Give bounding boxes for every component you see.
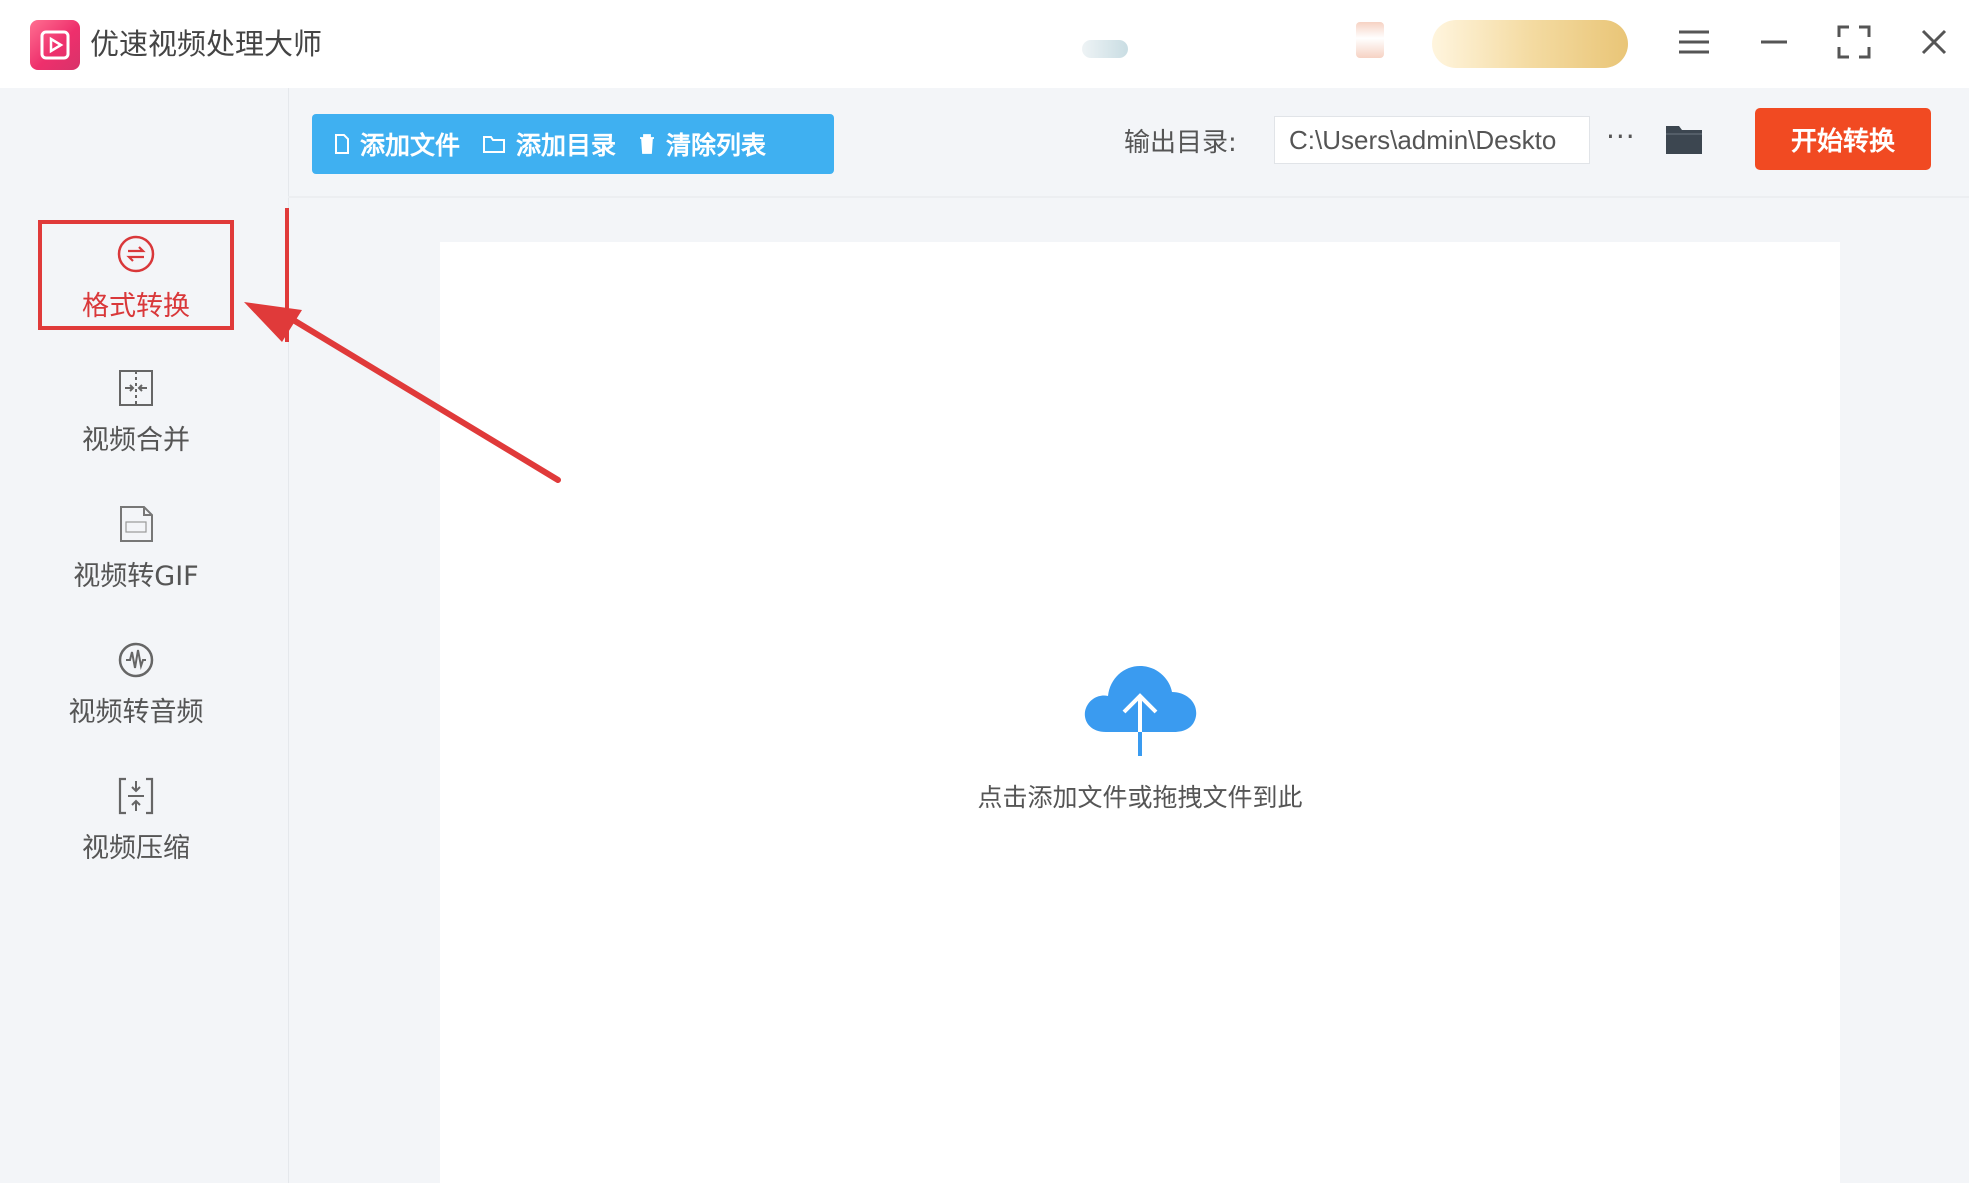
- blurred-header-banner: [1082, 40, 1128, 58]
- video-to-gif-icon: [120, 506, 153, 542]
- app-logo-icon: [30, 20, 80, 70]
- blurred-header-icon: [1356, 22, 1384, 58]
- sidebar-item-video-compress[interactable]: 视频压缩: [38, 766, 234, 876]
- maximize-icon[interactable]: [1826, 18, 1882, 66]
- sidebar-item-video-to-gif[interactable]: 视频转GIF: [38, 494, 234, 604]
- video-to-audio-icon: [118, 642, 154, 678]
- toolbar-divider: [288, 196, 1969, 198]
- sidebar-item-format-convert[interactable]: 格式转换: [38, 220, 234, 330]
- output-directory-label: 输出目录:: [1124, 128, 1237, 158]
- sidebar-item-label: 格式转换: [82, 291, 190, 322]
- video-merge-icon: [119, 370, 153, 406]
- annotation-arrow: [230, 280, 570, 504]
- format-convert-icon: [117, 235, 155, 273]
- app-title: 优速视频处理大师: [90, 27, 323, 61]
- trash-icon: [640, 134, 655, 154]
- clear-list-button[interactable]: 清除列表: [638, 126, 766, 162]
- file-drop-area[interactable]: 点击添加文件或拖拽文件到此: [440, 242, 1840, 1183]
- menu-icon[interactable]: [1666, 18, 1722, 66]
- video-compress-icon: [118, 777, 154, 815]
- title-bar: 优速视频处理大师: [0, 0, 1969, 88]
- sidebar-item-label: 视频合并: [82, 425, 190, 456]
- add-file-button[interactable]: 添加文件: [334, 126, 460, 162]
- sidebar-item-video-merge[interactable]: 视频合并: [38, 358, 234, 468]
- close-icon[interactable]: [1906, 18, 1962, 66]
- folder-outline-icon: [483, 136, 506, 153]
- sidebar-item-label: 视频压缩: [82, 833, 190, 864]
- cloud-upload-icon: [1078, 652, 1202, 760]
- add-file-label: 添加文件: [360, 131, 461, 160]
- minimize-icon[interactable]: [1746, 18, 1802, 66]
- toolbar-button-group: 添加文件 添加目录 清除列表: [312, 114, 834, 174]
- sidebar-item-label: 视频转GIF: [73, 561, 199, 592]
- add-folder-label: 添加目录: [516, 131, 617, 160]
- file-icon: [335, 134, 349, 154]
- more-options-button[interactable]: ···: [1606, 120, 1636, 153]
- sidebar-item-video-to-audio[interactable]: 视频转音频: [38, 630, 234, 740]
- drop-hint-text: 点击添加文件或拖拽文件到此: [977, 783, 1303, 812]
- output-directory-field[interactable]: C:\Users\admin\Deskto: [1274, 116, 1590, 164]
- start-convert-button[interactable]: 开始转换: [1755, 108, 1931, 170]
- sidebar: 格式转换 视频合并 视频转GIF 视频转音频 视频压缩: [0, 88, 289, 1183]
- blurred-vip-badge[interactable]: [1432, 20, 1628, 68]
- add-folder-button[interactable]: 添加目录: [482, 126, 616, 162]
- clear-list-label: 清除列表: [666, 131, 767, 160]
- open-folder-icon[interactable]: [1664, 122, 1704, 160]
- sidebar-item-label: 视频转音频: [68, 697, 204, 728]
